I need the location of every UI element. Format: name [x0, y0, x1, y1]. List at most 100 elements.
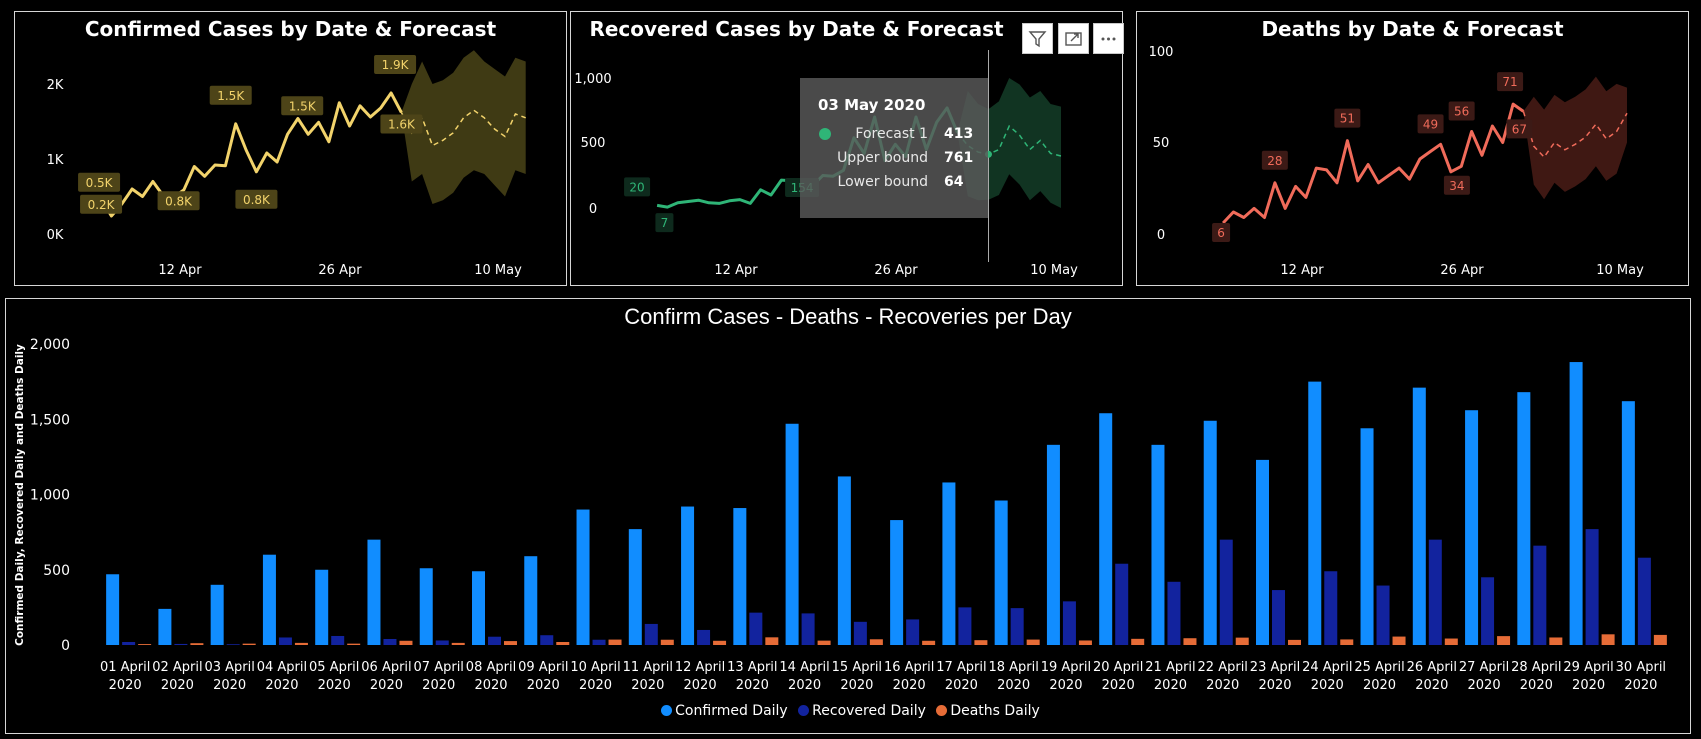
bar-confirmed [158, 608, 172, 645]
bar-confirmed [210, 584, 224, 645]
focus-mode-icon[interactable] [1058, 23, 1089, 54]
x-tick-label-date: 18 April [988, 660, 1038, 675]
bar-recovered [488, 636, 501, 645]
y-tick-label: 1,000 [30, 488, 70, 504]
bar-deaths [1653, 634, 1667, 645]
legend-item-deaths[interactable]: Deaths Daily [936, 703, 1040, 719]
bar-deaths [608, 639, 622, 645]
tooltip-lower-value: 64 [944, 174, 964, 190]
bar-confirmed [785, 423, 799, 645]
x-tick-label-year: 2020 [1102, 678, 1135, 693]
bar-deaths [1235, 637, 1249, 645]
x-tick-label-year: 2020 [527, 678, 560, 693]
x-tick-label-date: 10 April [570, 660, 620, 675]
data-label: 1.6K [388, 118, 416, 132]
bar-deaths [1497, 636, 1511, 645]
x-tick-label-date: 07 April [414, 660, 464, 675]
bar-deaths [242, 643, 256, 645]
more-options-icon-glyph [1101, 37, 1116, 41]
bar-recovered [540, 635, 554, 645]
bar-confirmed [106, 574, 120, 645]
daily-bar-panel[interactable]: Confirm Cases - Deaths - Recoveries per … [5, 298, 1691, 734]
bar-recovered [1272, 590, 1285, 645]
y-axis-title: Confirmed Daily, Recovered Daily and Dea… [14, 344, 26, 646]
tooltip-legend-dot [819, 128, 831, 140]
tooltip-date: 03 May 2020 [818, 96, 926, 114]
y-tick-label: 2,000 [30, 337, 70, 353]
bar-confirmed [315, 569, 329, 645]
x-tick-label-year: 2020 [736, 678, 769, 693]
x-tick-label-year: 2020 [684, 678, 717, 693]
bar-confirmed [576, 509, 590, 645]
x-tick-label-year: 2020 [1206, 678, 1239, 693]
bar-deaths [922, 640, 936, 645]
x-tick-label: 26 Apr [1440, 263, 1484, 278]
bar-recovered [1324, 571, 1338, 645]
bar-chart-legend: Confirmed Daily Recovered Daily Deaths D… [0, 703, 1701, 719]
more-options-icon[interactable] [1093, 23, 1124, 54]
bar-confirmed [1465, 410, 1479, 645]
y-tick-label: 1,500 [30, 412, 70, 428]
x-tick-label-date: 25 April [1354, 660, 1404, 675]
bar-recovered [174, 643, 188, 645]
bar-recovered [331, 635, 345, 645]
x-tick-label-date: 28 April [1511, 660, 1561, 675]
bar-confirmed [1517, 392, 1531, 645]
confirmed-forecast-panel[interactable]: Confirmed Cases by Date & Forecast 0K 1K 2… [14, 11, 567, 286]
x-tick-label-year: 2020 [1363, 678, 1396, 693]
forecast-tooltip: 03 May 2020 Forecast 1 413 Upper bound 7… [800, 78, 988, 218]
x-tick-label-year: 2020 [1311, 678, 1344, 693]
x-tick-label-year: 2020 [997, 678, 1030, 693]
bar-recovered [906, 619, 920, 645]
bar-deaths [1288, 639, 1301, 645]
bar-confirmed [942, 482, 956, 645]
recovered-forecast-panel[interactable]: Recovered Cases by Date & Forecast 0 500 1… [570, 11, 1124, 286]
data-label: 0.8K [165, 194, 193, 208]
bar-recovered [801, 613, 815, 645]
legend-dot-confirmed [661, 705, 673, 716]
tooltip-lower-label: Lower bound [837, 174, 928, 190]
bar-confirmed [1569, 362, 1583, 645]
legend-label-deaths: Deaths Daily [950, 703, 1040, 719]
x-tick-label-year: 2020 [1572, 678, 1605, 693]
data-label: 71 [1502, 75, 1517, 89]
x-tick-label-date: 06 April [361, 660, 411, 675]
y-tick-label: 50 [1153, 136, 1170, 151]
data-label: 0.2K [88, 198, 116, 212]
bar-deaths [190, 643, 204, 645]
x-tick-label-year: 2020 [1154, 678, 1187, 693]
y-tick-label: 500 [43, 563, 70, 579]
bar-deaths [974, 640, 988, 645]
x-tick-label-year: 2020 [422, 678, 455, 693]
deaths-forecast-chart: 0 50 100 12 Apr 26 Apr 10 May 6 28 51 49 34 56 71 67 [1149, 45, 1644, 278]
x-tick-label-year: 2020 [161, 678, 194, 693]
x-tick-label-date: 11 April [623, 660, 673, 675]
x-tick-label: 10 May [474, 263, 522, 278]
legend-item-confirmed[interactable]: Confirmed Daily [661, 703, 788, 719]
legend-label-confirmed: Confirmed Daily [675, 703, 788, 719]
filter-icon[interactable] [1022, 23, 1053, 54]
x-tick-label-date: 20 April [1093, 660, 1143, 675]
deaths-forecast-panel[interactable]: Deaths by Date & Forecast 0 50 100 12 Apr 26… [1136, 11, 1689, 286]
y-tick-label: 0K [47, 228, 64, 243]
x-tick-label-date: 30 April [1616, 660, 1666, 675]
bar-confirmed [994, 500, 1008, 645]
bar-recovered [1585, 529, 1599, 645]
bar-deaths [138, 644, 152, 645]
bar-recovered [383, 638, 397, 645]
x-tick-label-date: 05 April [309, 660, 359, 675]
bar-recovered [853, 621, 867, 645]
x-tick-label-year: 2020 [1468, 678, 1501, 693]
x-tick-label: 26 Apr [318, 263, 362, 278]
x-tick-label-year: 2020 [109, 678, 142, 693]
bar-recovered [1115, 563, 1129, 645]
filter-icon-glyph [1028, 31, 1047, 48]
x-tick-label-year: 2020 [318, 678, 351, 693]
legend-item-recovered[interactable]: Recovered Daily [798, 703, 926, 719]
x-tick-label-year: 2020 [1258, 678, 1291, 693]
bar-deaths [713, 640, 727, 645]
x-tick-label-year: 2020 [840, 678, 873, 693]
x-tick-label-date: 08 April [466, 660, 516, 675]
x-tick-label-year: 2020 [370, 678, 403, 693]
bar-confirmed [733, 508, 747, 645]
